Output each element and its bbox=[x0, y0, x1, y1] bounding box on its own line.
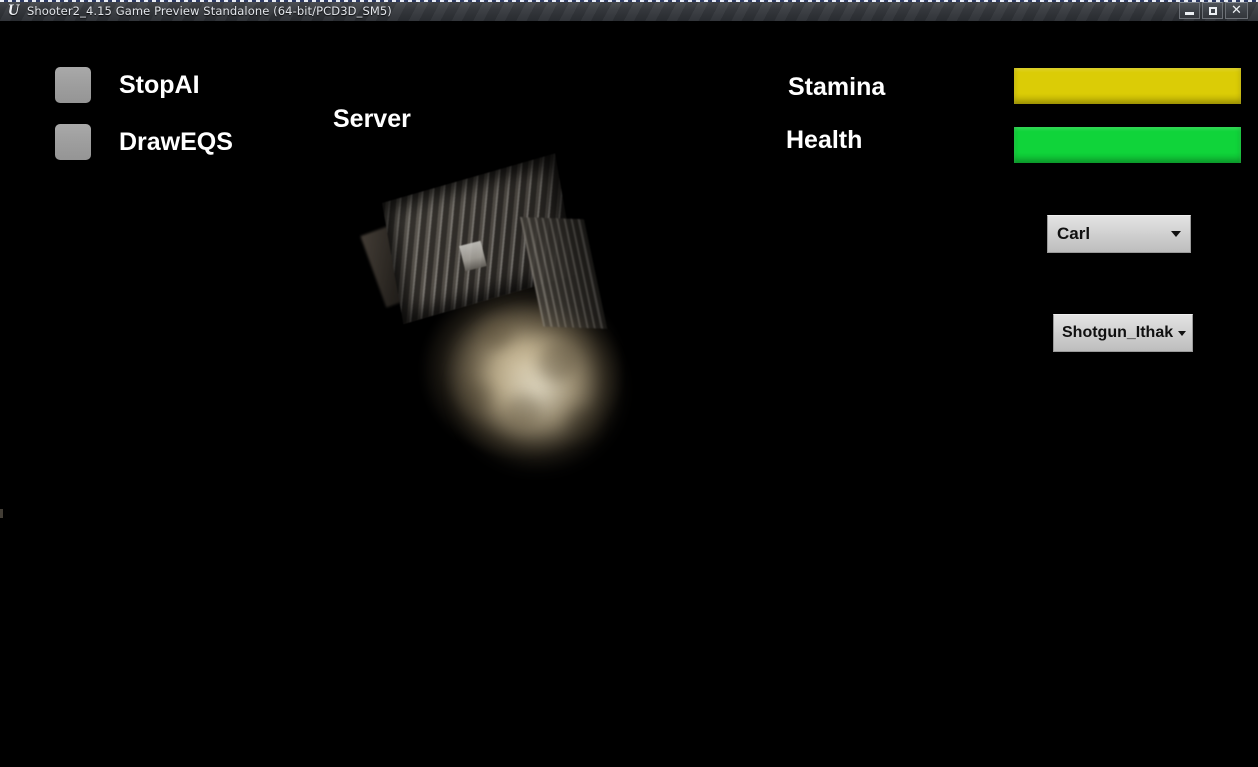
window-title: Shooter2_4.15 Game Preview Standalone (6… bbox=[27, 4, 392, 18]
game-preview-window: U Shooter2_4.15 Game Preview Standalone … bbox=[0, 0, 1258, 767]
chevron-down-icon bbox=[1171, 231, 1181, 237]
character-select-dropdown[interactable]: Carl bbox=[1047, 215, 1191, 253]
hud-overlay: StopAI DrawEQS Server Stamina Health Car… bbox=[0, 0, 1258, 746]
checkbox-stopai[interactable] bbox=[55, 67, 91, 103]
weapon-select-dropdown[interactable]: Shotgun_Ithak bbox=[1053, 314, 1193, 352]
minimize-icon bbox=[1185, 11, 1194, 15]
minimize-button[interactable] bbox=[1179, 2, 1200, 19]
checkbox-draweqs[interactable] bbox=[55, 124, 91, 160]
stamina-bar bbox=[1014, 68, 1241, 104]
network-role-label: Server bbox=[333, 105, 411, 133]
checkbox-row-draweqs[interactable]: DrawEQS bbox=[55, 124, 233, 160]
health-bar bbox=[1014, 127, 1241, 163]
close-icon: ✕ bbox=[1231, 3, 1242, 18]
unreal-engine-logo-icon: U bbox=[7, 2, 20, 19]
title-bar-focus-border bbox=[0, 0, 1258, 2]
stamina-label: Stamina bbox=[788, 73, 886, 101]
close-button[interactable]: ✕ bbox=[1225, 2, 1248, 19]
weapon-select-value: Shotgun_Ithak bbox=[1062, 324, 1174, 341]
checkbox-label-draweqs: DrawEQS bbox=[119, 127, 233, 156]
restore-icon bbox=[1208, 6, 1217, 15]
stamina-bar-fill bbox=[1014, 68, 1241, 104]
health-bar-fill bbox=[1014, 127, 1241, 163]
chevron-down-icon bbox=[1178, 330, 1186, 336]
restore-button[interactable] bbox=[1202, 2, 1223, 19]
title-bar[interactable]: U Shooter2_4.15 Game Preview Standalone … bbox=[0, 0, 1258, 21]
checkbox-row-stopai[interactable]: StopAI bbox=[55, 67, 200, 103]
checkbox-label-stopai: StopAI bbox=[119, 70, 200, 99]
health-label: Health bbox=[786, 126, 863, 154]
character-select-value: Carl bbox=[1057, 224, 1091, 243]
